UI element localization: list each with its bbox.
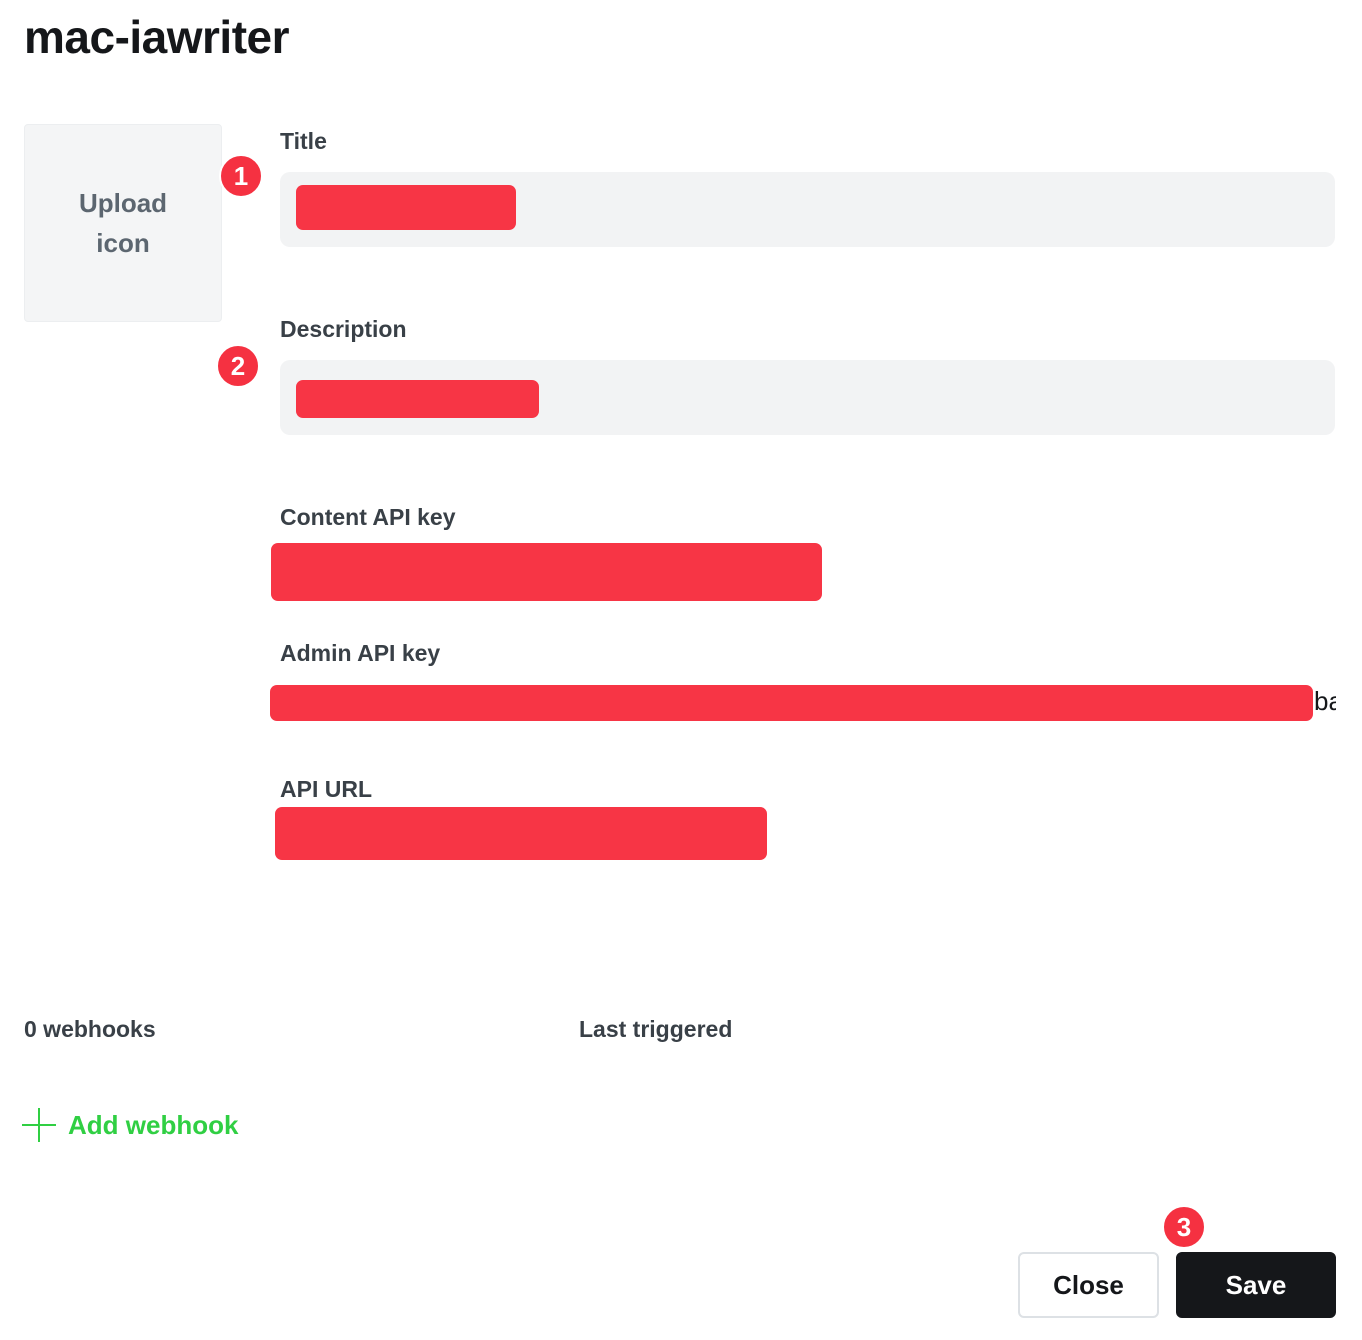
save-button[interactable]: Save <box>1176 1252 1336 1318</box>
redacted-description-value <box>296 380 539 418</box>
redacted-content-api-key[interactable] <box>271 543 822 601</box>
plus-icon <box>22 1108 56 1142</box>
admin-api-key-overflow-text: ba <box>1314 686 1336 716</box>
page-title: mac-iawriter <box>24 11 290 63</box>
description-label: Description <box>280 316 407 342</box>
annotation-badge-2: 2 <box>216 344 260 388</box>
last-triggered-header: Last triggered <box>579 1016 733 1042</box>
redacted-admin-api-key[interactable] <box>270 685 1313 721</box>
content-api-key-label: Content API key <box>280 504 456 530</box>
add-webhook-label: Add webhook <box>68 1109 239 1140</box>
upload-icon-label: Upload icon <box>78 188 168 258</box>
redacted-title-value <box>296 185 516 230</box>
add-webhook-button[interactable]: Add webhook <box>22 1108 238 1142</box>
upload-icon-button[interactable]: Upload icon <box>24 124 222 322</box>
redacted-api-url[interactable] <box>275 807 767 860</box>
annotation-badge-3: 3 <box>1162 1205 1206 1249</box>
annotation-badge-1: 1 <box>219 154 263 198</box>
title-input[interactable] <box>280 172 1335 247</box>
title-label: Title <box>280 128 327 154</box>
admin-api-key-label: Admin API key <box>280 640 441 666</box>
webhooks-count: 0 webhooks <box>24 1016 156 1042</box>
api-url-label: API URL <box>280 776 372 802</box>
description-input[interactable] <box>280 360 1335 435</box>
close-button[interactable]: Close <box>1018 1252 1159 1318</box>
